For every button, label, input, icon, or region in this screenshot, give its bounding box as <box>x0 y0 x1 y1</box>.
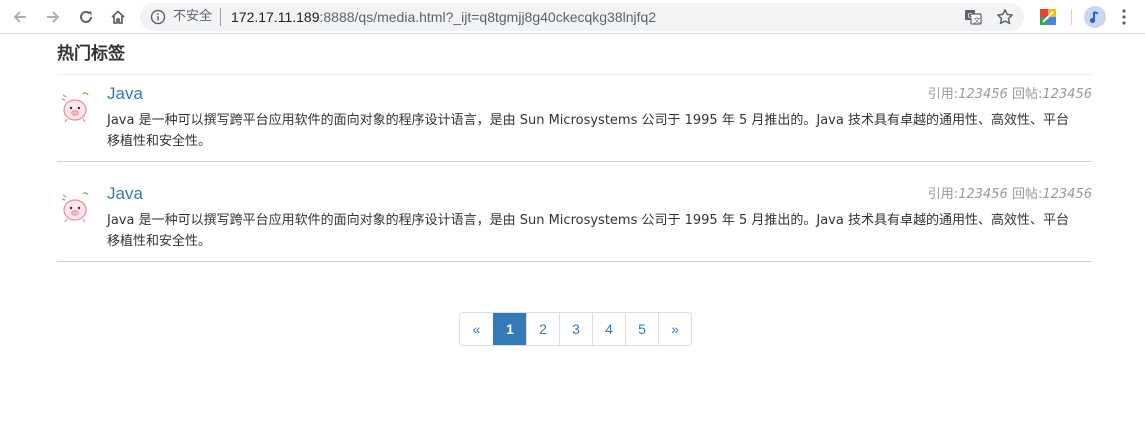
quote-count: 123456 <box>958 187 1008 202</box>
home-button[interactable] <box>106 5 130 29</box>
forward-arrow-icon <box>47 11 60 23</box>
pagination: « 1 2 3 4 5 » <box>459 312 692 346</box>
reply-label: 回帖: <box>1011 87 1043 102</box>
quote-label: 引用: <box>927 87 959 102</box>
page-link-5[interactable]: 5 <box>625 313 658 345</box>
page-link-4[interactable]: 4 <box>592 313 625 345</box>
profile-avatar[interactable] <box>1084 6 1106 28</box>
url-path: :8888/qs/media.html?_ijt=q8tgmjj8g40ckec… <box>319 9 657 25</box>
toolbar-divider <box>1071 9 1072 25</box>
page-link-1[interactable]: 1 <box>493 313 526 345</box>
reload-button[interactable] <box>74 5 98 29</box>
forward-button[interactable] <box>41 5 65 29</box>
quote-count: 123456 <box>958 87 1008 102</box>
url-divider <box>220 8 221 26</box>
back-button[interactable] <box>8 5 32 29</box>
browser-toolbar: 不安全 172.17.11.189:8888/qs/media.html?_ij… <box>0 0 1145 34</box>
item-stats: 引用:123456 回帖:123456 <box>928 187 1092 203</box>
bookmark-star-icon[interactable] <box>996 8 1014 26</box>
tag-title-link[interactable]: Java <box>107 83 143 105</box>
pig-avatar-icon <box>61 192 89 223</box>
page-link-3[interactable]: 3 <box>559 313 592 345</box>
pagination-prev[interactable]: « <box>460 313 493 345</box>
translate-icon[interactable]: G文 <box>964 8 982 26</box>
reply-label: 回帖: <box>1011 187 1043 202</box>
security-label[interactable]: 不安全 <box>173 9 212 25</box>
back-arrow-icon <box>13 11 26 23</box>
reply-count: 123456 <box>1042 87 1092 102</box>
svg-text:文: 文 <box>974 16 981 25</box>
info-icon[interactable] <box>150 9 166 25</box>
home-icon <box>111 10 125 24</box>
tag-list-item: Java 引用:123456 回帖:123456 Java 是一种可以撰写跨平台… <box>57 175 1092 262</box>
quote-label: 引用: <box>927 187 959 202</box>
svg-text:G: G <box>968 12 973 20</box>
tag-list-item: Java 引用:123456 回帖:123456 Java 是一种可以撰写跨平台… <box>57 75 1092 162</box>
reload-icon <box>80 10 92 23</box>
tag-description: Java 是一种可以撰写跨平台应用软件的面向对象的程序设计语言，是由 Sun M… <box>107 213 1069 249</box>
extension-icon[interactable] <box>1038 7 1058 27</box>
url-host: 172.17.11.189 <box>231 9 320 25</box>
reply-count: 123456 <box>1042 187 1092 202</box>
pig-avatar-icon <box>61 92 89 123</box>
tag-description: Java 是一种可以撰写跨平台应用软件的面向对象的程序设计语言，是由 Sun M… <box>107 113 1069 149</box>
music-note-icon <box>1090 11 1099 23</box>
menu-icon[interactable] <box>1122 8 1126 26</box>
pagination-next[interactable]: » <box>658 313 691 345</box>
page-link-2[interactable]: 2 <box>526 313 559 345</box>
address-bar[interactable]: 不安全 172.17.11.189:8888/qs/media.html?_ij… <box>140 3 1024 31</box>
item-stats: 引用:123456 回帖:123456 <box>928 87 1092 103</box>
url-text[interactable]: 172.17.11.189:8888/qs/media.html?_ijt=q8… <box>231 8 656 26</box>
tag-title-link[interactable]: Java <box>107 183 143 205</box>
section-title: 热门标签 <box>57 44 125 64</box>
